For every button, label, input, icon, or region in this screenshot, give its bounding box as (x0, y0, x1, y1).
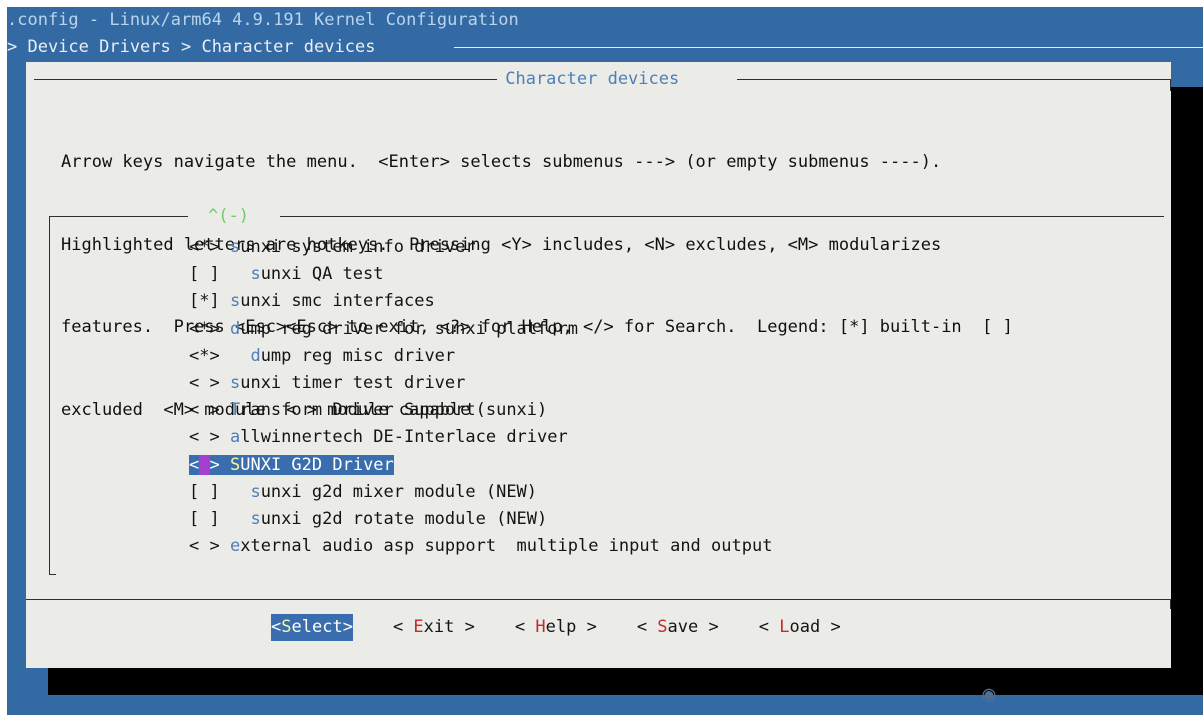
button-bar: <Select> < Exit > < Help > < Save > < Load > (271, 614, 841, 641)
item-state: [ ] (189, 481, 220, 502)
item-label: llwinnertech DE-Interlace driver (240, 427, 568, 448)
menu-item[interactable]: <*> dump reg misc driver (189, 343, 772, 370)
dialog-title: Character devices (495, 69, 690, 89)
item-hotkey: s (250, 264, 261, 285)
menu-item[interactable]: < > Transform Driver Support(sunxi) (189, 397, 772, 424)
menu-item[interactable]: [ ] sunxi QA test (189, 261, 772, 288)
item-state-close: > (209, 454, 220, 475)
load-button[interactable]: < Load > (759, 614, 841, 641)
menu-item[interactable]: < > sunxi timer test driver (189, 370, 772, 397)
select-button[interactable]: <Select> (271, 614, 353, 641)
menu-list: <*> sunxi system info driver [ ] sunxi Q… (189, 234, 772, 560)
button-separator (26, 599, 1171, 600)
cursor-block (199, 454, 210, 475)
menu-item[interactable]: < > allwinnertech DE-Interlace driver (189, 424, 772, 451)
item-label: unxi QA test (260, 264, 384, 285)
item-state-open: < (189, 454, 200, 475)
menu-item-selected[interactable]: < > SUNXI G2D Driver (189, 452, 772, 479)
item-label: unxi timer test driver (240, 372, 466, 393)
item-state: [*] (189, 291, 220, 312)
item-hotkey: s (229, 291, 241, 312)
menu-item[interactable]: <*> dump reg driver for sunxi platform (189, 316, 772, 343)
item-label: unxi g2d mixer module (NEW) (260, 481, 538, 502)
menu-item[interactable]: <*> sunxi system info driver (189, 234, 772, 261)
item-label: UNXI G2D Driver (240, 454, 394, 475)
item-label: unxi system info driver (240, 237, 476, 257)
item-state: < > (189, 372, 220, 393)
item-state: <*> (189, 237, 220, 257)
item-hotkey: s (250, 481, 261, 502)
scroll-up-indicator: ^(-) (208, 206, 249, 226)
item-hotkey: T (229, 400, 241, 421)
item-hotkey: s (229, 237, 241, 257)
item-state: < > (189, 427, 220, 448)
item-hotkey: s (250, 508, 261, 529)
menu-item[interactable]: [*] sunxi smc interfaces (189, 288, 772, 315)
item-state: [ ] (189, 264, 220, 285)
item-hotkey: S (230, 454, 241, 475)
item-state: [ ] (189, 508, 220, 529)
item-state: <*> (189, 345, 220, 366)
menu-frame: ^(-) <*> sunxi system info driver [ ] su… (49, 206, 1164, 575)
item-label: xternal audio asp support multiple input… (240, 536, 773, 557)
item-label: ump reg driver for sunxi platform (240, 318, 578, 339)
item-label: ump reg misc driver (260, 345, 456, 366)
item-label: ransform Driver Support(sunxi) (240, 400, 548, 421)
menu-item[interactable]: < > external audio asp support multiple … (189, 533, 772, 560)
breadcrumb-rule (454, 47, 1203, 48)
item-hotkey: e (229, 536, 241, 557)
help-line: Arrow keys navigate the menu. <Enter> se… (61, 152, 942, 172)
item-state: < > (189, 536, 220, 557)
terminal-screen: .config - Linux/arm64 4.9.191 Kernel Con… (7, 7, 1203, 715)
watermark-icon: ◉ (982, 682, 996, 707)
save-button[interactable]: < Save > (637, 614, 719, 641)
config-dialog: Character devices Arrow keys navigate th… (26, 62, 1171, 668)
item-hotkey: d (229, 318, 241, 339)
item-state: < > (189, 400, 220, 421)
exit-button[interactable]: < Exit > (393, 614, 475, 641)
item-label: unxi g2d rotate module (NEW) (260, 508, 548, 529)
menu-item[interactable]: [ ] sunxi g2d rotate module (NEW) (189, 506, 772, 533)
item-hotkey: d (250, 345, 261, 366)
item-label: unxi smc interfaces (240, 291, 435, 312)
help-button[interactable]: < Help > (515, 614, 597, 641)
menu-item[interactable]: [ ] sunxi g2d mixer module (NEW) (189, 479, 772, 506)
item-hotkey: a (229, 427, 241, 448)
item-state: <*> (189, 318, 220, 339)
item-hotkey: s (229, 372, 241, 393)
window-title: .config - Linux/arm64 4.9.191 Kernel Con… (7, 10, 519, 30)
